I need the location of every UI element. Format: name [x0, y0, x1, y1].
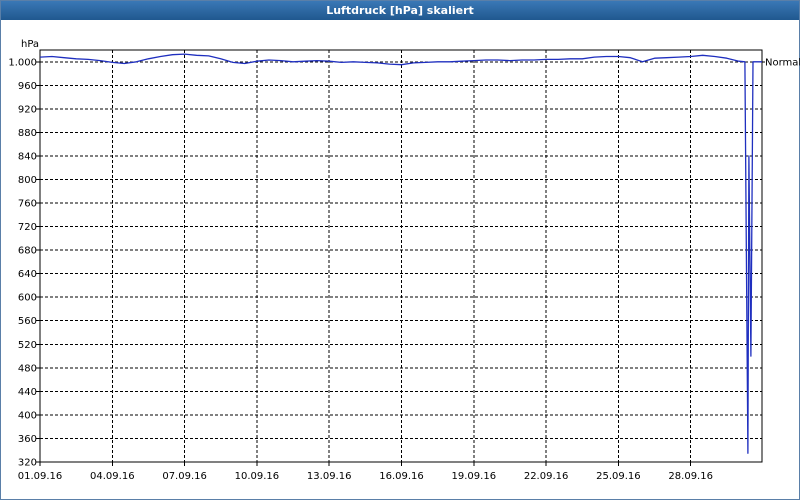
y-tick-label: 600	[18, 293, 37, 304]
y-tick-label: 840	[18, 151, 37, 162]
y-tick-label: 400	[18, 410, 37, 421]
y-tick-label: 320	[18, 458, 37, 469]
x-tick-label: 01.09.16	[18, 471, 63, 482]
y-tick-label: 920	[18, 104, 37, 115]
y-tick-label: 960	[18, 81, 37, 92]
x-tick-label: 10.09.16	[235, 471, 280, 482]
y-axis-unit: hPa	[21, 39, 39, 50]
grid-lines	[39, 50, 762, 463]
y-tick-label: 560	[18, 316, 37, 327]
y-tick-label: 680	[18, 246, 37, 257]
x-tick-label: 25.09.16	[596, 471, 641, 482]
y-tick-label: 440	[18, 387, 37, 398]
y-tick-label: 360	[18, 434, 37, 445]
series-line	[39, 53, 762, 454]
y-tick-labels: 1.000 960 920 880 840 800 760 720 680 640 600 560 52…	[8, 57, 37, 468]
chart-canvas: 1.000 960 920 880 840 800 760 720 680 640 600 560 52…	[8, 39, 800, 482]
x-tick-label: 22.09.16	[524, 471, 569, 482]
x-tick-label: 16.09.16	[379, 471, 424, 482]
x-tick-label: 07.09.16	[162, 471, 207, 482]
axes	[36, 49, 763, 466]
y-tick-label: 1.000	[8, 57, 37, 68]
y-tick-label: 520	[18, 340, 37, 351]
y-tick-label: 640	[18, 269, 37, 280]
reference-line-layer: Normal	[762, 57, 800, 68]
series-layer	[39, 53, 763, 454]
x-tick-label: 04.09.16	[90, 471, 135, 482]
y-tick-label: 800	[18, 175, 37, 186]
y-tick-label: 760	[18, 199, 37, 210]
y-tick-label: 720	[18, 222, 37, 233]
reference-line-label: Normal	[765, 57, 800, 68]
y-tick-label: 880	[18, 128, 37, 139]
y-tick-label: 480	[18, 363, 37, 374]
x-tick-label: 13.09.16	[307, 471, 352, 482]
x-tick-labels: 01.09.16 04.09.16 07.09.16 10.09.16 13.09.16…	[18, 471, 713, 482]
x-tick-label: 19.09.16	[452, 471, 497, 482]
x-tick-label: 28.09.16	[668, 471, 713, 482]
